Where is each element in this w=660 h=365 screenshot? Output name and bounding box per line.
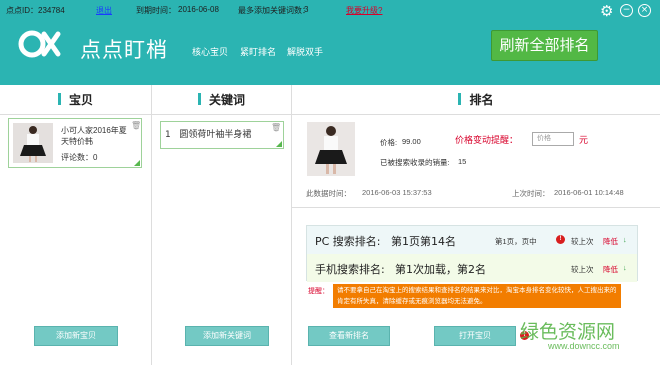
trash-icon[interactable]: 🗑 — [131, 121, 141, 130]
app-title: 点点盯梢 — [80, 38, 168, 62]
price-value: 99.00 — [402, 137, 421, 146]
minimize-icon[interactable]: − — [620, 4, 633, 17]
pc-rank-value: 第1页第14名 — [391, 235, 456, 248]
baobei-title: 宝贝 — [68, 93, 93, 107]
baobei-header: 宝贝 — [0, 85, 151, 115]
pc-rank-label: PC 搜索排名: — [315, 235, 381, 248]
this-time-label: 此数据时间： — [306, 189, 351, 198]
view-new-rank-button[interactable]: 查看新排名 — [308, 326, 390, 346]
rank-header: 排名 — [292, 85, 660, 115]
expire-label: 到期时间： — [136, 6, 176, 15]
rank-result-box: PC 搜索排名: 第1页第14名 第1页，页中 ! 较上次 降低 ↓ 手机搜索排… — [306, 225, 638, 282]
product-thumbnail — [13, 123, 53, 163]
keyword-title: 关键词 — [208, 93, 245, 107]
last-time-label: 上次时间： — [512, 189, 550, 198]
app-header: 点点ID：234784 退出 到期时间： 2016-06-08 最多添加关键词数… — [0, 0, 660, 85]
upgrade-link[interactable]: 我要升级? — [346, 5, 382, 16]
mobile-trend: 降低 — [603, 265, 618, 274]
product-image — [307, 122, 355, 176]
logout-link[interactable]: 退出 — [96, 5, 112, 16]
item-title: 小可人家2016年夏天特价韩 — [61, 126, 127, 146]
item-comments: 评论数：0 — [61, 153, 98, 162]
price-alert-input[interactable]: 价格 — [532, 132, 574, 146]
expire-value: 2016-06-08 — [178, 5, 219, 14]
pc-trend: 降低 — [603, 237, 618, 246]
watermark-text: 绿色资源网 — [520, 321, 616, 343]
add-baobei-button[interactable]: 添加新宝贝 — [34, 326, 118, 346]
keyword-text: 圆领荷叶袖半身裙 — [179, 130, 252, 140]
add-keyword-button[interactable]: 添加新关键词 — [185, 326, 269, 346]
keyword-column: 关键词 1 圆领荷叶袖半身裙 🗑 添加新关键词 — [152, 85, 292, 365]
nav-item-free[interactable]: 解脱双手 — [287, 45, 323, 58]
nav-item-core[interactable]: 核心宝贝 — [192, 45, 228, 58]
mobile-rank-row: 手机搜索排名: 第1次加载，第2名 较上次 降低 ↓ — [307, 254, 637, 282]
tip-message: 请不要拿自己在淘宝上的搜索结果和查排名的结果来对比，淘宝本身排名变化较快，人工搜… — [333, 284, 621, 308]
open-item-button[interactable]: 打开宝贝 — [434, 326, 516, 346]
refresh-all-button[interactable]: 刷新全部排名 — [491, 30, 598, 61]
price-alert-label: 价格变动提醒： — [455, 135, 519, 145]
mobile-rank-value: 第1次加载，第2名 — [395, 263, 486, 276]
max-keyword-value: 3 — [304, 5, 309, 14]
settings-gear-icon[interactable]: ⚙ — [600, 2, 613, 20]
this-time-value: 2016-06-03 15:37:53 — [362, 188, 432, 197]
selected-corner-icon — [134, 160, 140, 166]
mobile-rank-label: 手机搜索排名: — [315, 263, 385, 276]
top-info-bar: 点点ID：234784 退出 到期时间： 2016-06-08 最多添加关键词数… — [0, 0, 660, 20]
keyword-item[interactable]: 1 圆领荷叶袖半身裙 🗑 — [160, 121, 284, 149]
keyword-header: 关键词 — [152, 85, 291, 115]
nav-item-rank[interactable]: 紧盯排名 — [240, 45, 276, 58]
pc-compare-label: 较上次 — [571, 237, 594, 246]
selected-corner-icon — [276, 141, 282, 147]
sales-label: 已被搜索收录的销量: — [380, 158, 450, 167]
rank-title: 排名 — [469, 93, 494, 107]
baobei-item[interactable]: 小可人家2016年夏天特价韩 评论数：0 🗑 — [8, 118, 142, 168]
user-id: 点点ID：234784 — [6, 6, 65, 15]
trash-icon[interactable]: 🗑 — [271, 115, 281, 141]
watermark-url: www.downcc.com — [548, 341, 620, 351]
keyword-index: 1 — [165, 130, 171, 140]
mobile-compare-label: 较上次 — [571, 265, 594, 274]
close-icon[interactable]: × — [638, 4, 651, 17]
warning-icon: ! — [556, 235, 565, 244]
tip-label: 提醒： — [308, 288, 329, 295]
pc-page-position: 第1页，页中 — [495, 237, 537, 246]
max-keyword-label: 最多添加关键词数： — [238, 6, 310, 15]
down-arrow-icon: ↓ — [623, 263, 627, 272]
yuan-unit: 元 — [579, 135, 589, 145]
divider — [292, 207, 660, 208]
sales-value: 15 — [458, 157, 467, 166]
last-time-value: 2016-06-01 10:14:48 — [554, 188, 624, 197]
down-arrow-icon: ↓ — [623, 235, 627, 244]
baobei-column: 宝贝 小可人家2016年夏天特价韩 评论数：0 🗑 添加新宝贝 — [0, 85, 152, 365]
price-label: 价格: — [380, 138, 398, 147]
pc-rank-row: PC 搜索排名: 第1页第14名 第1页，页中 ! 较上次 降低 ↓ — [307, 226, 637, 254]
logo-icon — [18, 30, 61, 58]
